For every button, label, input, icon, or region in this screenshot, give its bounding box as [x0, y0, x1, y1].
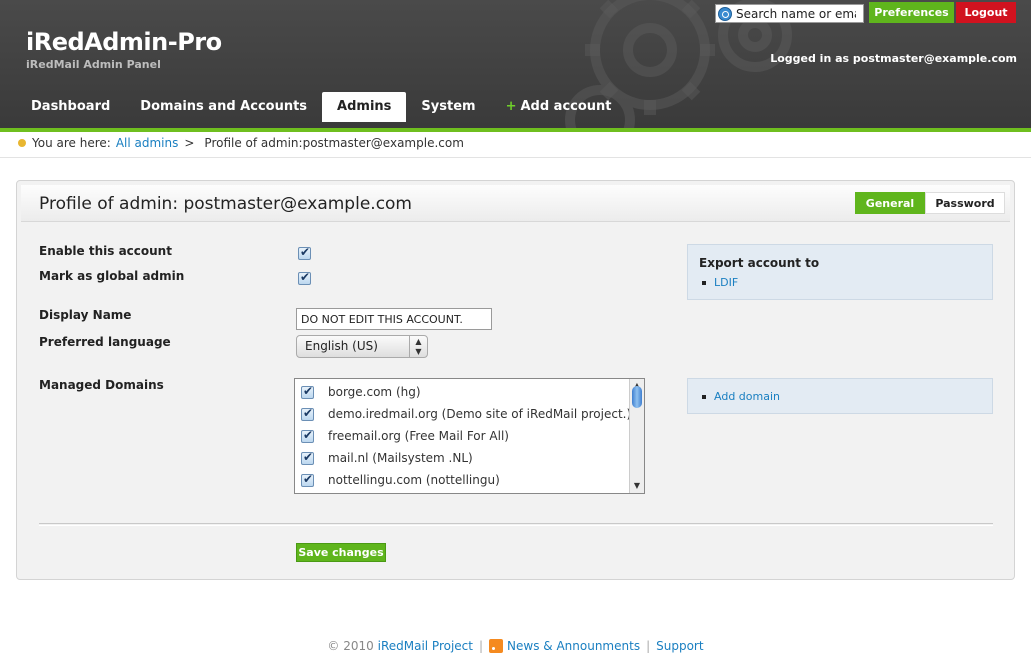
- nav-dashboard[interactable]: Dashboard: [16, 92, 125, 122]
- search-icon: [718, 6, 732, 21]
- managed-domains-label: Managed Domains: [39, 378, 164, 392]
- enable-account-checkbox[interactable]: [298, 245, 311, 260]
- footer-separator: |: [479, 639, 484, 653]
- search-input[interactable]: [736, 6, 856, 21]
- export-title: Export account to: [699, 256, 820, 270]
- global-admin-checkbox[interactable]: [298, 270, 311, 285]
- language-select[interactable]: English (US) ▲ ▼: [296, 335, 428, 358]
- footer-project-link[interactable]: iRedMail Project: [378, 639, 473, 653]
- preferences-button[interactable]: Preferences: [869, 2, 954, 23]
- footer-separator: |: [646, 639, 651, 653]
- panel-header: Profile of admin: postmaster@example.com…: [21, 185, 1010, 222]
- select-arrows-icon: ▲ ▼: [409, 336, 427, 357]
- header-accent-line: [0, 128, 1031, 132]
- scroll-down-arrow-icon[interactable]: ▼: [630, 479, 644, 493]
- tab-password[interactable]: Password: [925, 192, 1005, 214]
- plus-icon: +: [505, 99, 517, 114]
- domain-item[interactable]: freemail.org (Free Mail For All): [301, 425, 509, 447]
- domain-item[interactable]: borge.com (hg): [301, 381, 421, 403]
- rss-icon: [489, 639, 504, 653]
- domain-item[interactable]: mail.nl (Mailsystem .NL): [301, 447, 473, 469]
- save-changes-button[interactable]: Save changes: [296, 543, 386, 562]
- footer-support-link[interactable]: Support: [656, 639, 703, 653]
- language-label: Preferred language: [39, 335, 171, 349]
- main-nav: Dashboard Domains and Accounts Admins Sy…: [16, 92, 627, 124]
- export-ldif-link[interactable]: LDIF: [702, 276, 738, 289]
- domain-checkbox[interactable]: [301, 406, 314, 421]
- app-title: iRedAdmin-Pro: [26, 28, 222, 56]
- nav-domains-and-accounts[interactable]: Domains and Accounts: [125, 92, 322, 122]
- search-box[interactable]: [715, 4, 864, 23]
- nav-add-account[interactable]: + Add account: [491, 92, 627, 122]
- panel-divider: [39, 523, 993, 526]
- logout-button[interactable]: Logout: [956, 2, 1016, 23]
- profile-panel: Profile of admin: postmaster@example.com…: [16, 180, 1015, 580]
- breadcrumb-current: Profile of admin:postmaster@example.com: [204, 136, 464, 150]
- header: iRedAdmin-Pro iRedMail Admin Panel Prefe…: [0, 0, 1031, 128]
- bullet-icon: [702, 394, 706, 399]
- bullet-icon: [702, 280, 706, 285]
- footer: © 2010 iRedMail Project | News & Announm…: [0, 639, 1031, 653]
- footer-copyright: © 2010: [327, 639, 374, 653]
- enable-account-label: Enable this account: [39, 244, 172, 258]
- domain-label: freemail.org (Free Mail For All): [328, 429, 509, 443]
- breadcrumb-link-all-admins[interactable]: All admins: [116, 136, 179, 150]
- export-box: Export account to LDIF: [687, 244, 993, 300]
- language-select-value: English (US): [305, 339, 378, 353]
- add-domain-link[interactable]: Add domain: [702, 390, 780, 403]
- scroll-thumb[interactable]: [632, 386, 642, 408]
- nav-add-account-label: Add account: [520, 99, 612, 114]
- location-icon: [18, 139, 26, 147]
- domain-label: demo.iredmail.org (Demo site of iRedMail…: [328, 407, 632, 421]
- breadcrumb-separator: >: [184, 136, 195, 150]
- breadcrumb: You are here: All admins > Profile of ad…: [18, 136, 464, 150]
- add-domain-label: Add domain: [714, 390, 780, 403]
- domain-checkbox[interactable]: [301, 428, 314, 443]
- add-domain-box: Add domain: [687, 378, 993, 414]
- domain-list-scrollbar[interactable]: ▲ ▼: [629, 379, 644, 493]
- domain-checkbox[interactable]: [301, 450, 314, 465]
- global-admin-label: Mark as global admin: [39, 269, 185, 283]
- page-title: Profile of admin: postmaster@example.com: [39, 194, 412, 214]
- app-subtitle: iRedMail Admin Panel: [26, 58, 161, 71]
- domain-item[interactable]: nottellingu.com (nottellingu): [301, 469, 500, 491]
- domain-label: mail.nl (Mailsystem .NL): [328, 451, 473, 465]
- export-ldif-label: LDIF: [714, 276, 739, 289]
- domain-item[interactable]: demo.iredmail.org (Demo site of iRedMail…: [301, 403, 631, 425]
- domain-checkbox[interactable]: [301, 472, 314, 487]
- domain-label: nottellingu.com (nottellingu): [328, 473, 500, 487]
- nav-admins[interactable]: Admins: [322, 92, 407, 122]
- domain-label: borge.com (hg): [328, 385, 421, 399]
- logged-in-status: Logged in as postmaster@example.com: [770, 52, 1017, 65]
- footer-news-link[interactable]: News & Announments: [507, 639, 640, 653]
- breadcrumb-prefix: You are here:: [32, 136, 111, 150]
- breadcrumb-divider: [0, 157, 1031, 158]
- domain-checkbox[interactable]: [301, 384, 314, 399]
- tab-general[interactable]: General: [855, 192, 925, 214]
- managed-domains-list[interactable]: borge.com (hg) demo.iredmail.org (Demo s…: [294, 378, 645, 494]
- display-name-label: Display Name: [39, 308, 132, 322]
- nav-system[interactable]: System: [406, 92, 490, 122]
- display-name-field[interactable]: [296, 308, 492, 330]
